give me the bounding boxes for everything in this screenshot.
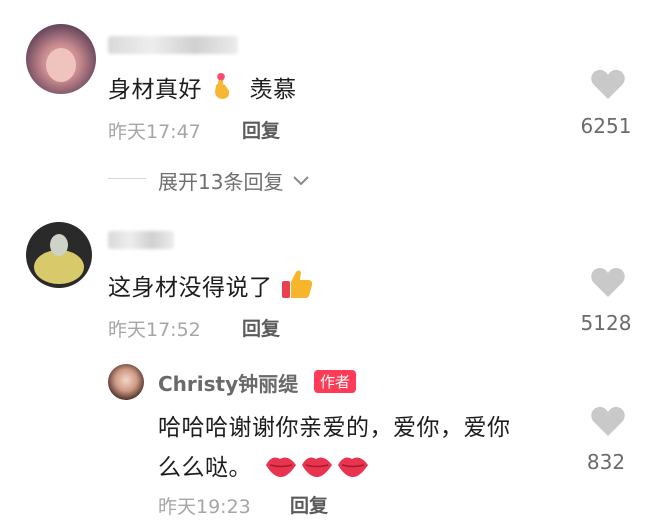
author-badge: 作者 (314, 370, 357, 393)
reply-button[interactable]: 回复 (290, 491, 328, 518)
avatar-comment-2[interactable] (26, 222, 92, 288)
heart-icon[interactable] (590, 68, 626, 100)
author-name[interactable]: Christy钟丽缇 (158, 368, 298, 397)
lips-icon (264, 450, 374, 486)
author-reply-line-2: 么么哒。 (158, 448, 374, 486)
comment-text: 身材真好 羡慕 (108, 70, 297, 107)
username-blurred[interactable] (108, 231, 174, 249)
reply-button[interactable]: 回复 (242, 116, 280, 143)
heart-icon[interactable] (590, 405, 626, 437)
thumbs-up-icon (280, 268, 314, 306)
expand-divider (108, 178, 146, 179)
comment-time: 昨天17:52 (108, 319, 201, 341)
like-count: 6251 (580, 114, 632, 138)
like-count: 832 (586, 450, 626, 474)
reply-button[interactable]: 回复 (242, 314, 280, 341)
comment-text: 这身材没得说了 (108, 268, 314, 306)
author-reply-line-1: 哈哈哈谢谢你亲爱的，爱你，爱你 (158, 415, 511, 441)
like-count: 5128 (580, 311, 632, 335)
finger-heart-icon (210, 71, 236, 107)
avatar-author[interactable] (108, 364, 144, 400)
expand-replies-button[interactable]: 展开13条回复 (158, 166, 310, 195)
heart-icon[interactable] (590, 266, 626, 298)
comment-time: 昨天17:47 (108, 121, 201, 143)
reply-time: 昨天19:23 (158, 496, 251, 518)
username-blurred[interactable] (108, 36, 238, 54)
chevron-down-icon (292, 168, 310, 192)
avatar-comment-1[interactable] (26, 24, 96, 94)
